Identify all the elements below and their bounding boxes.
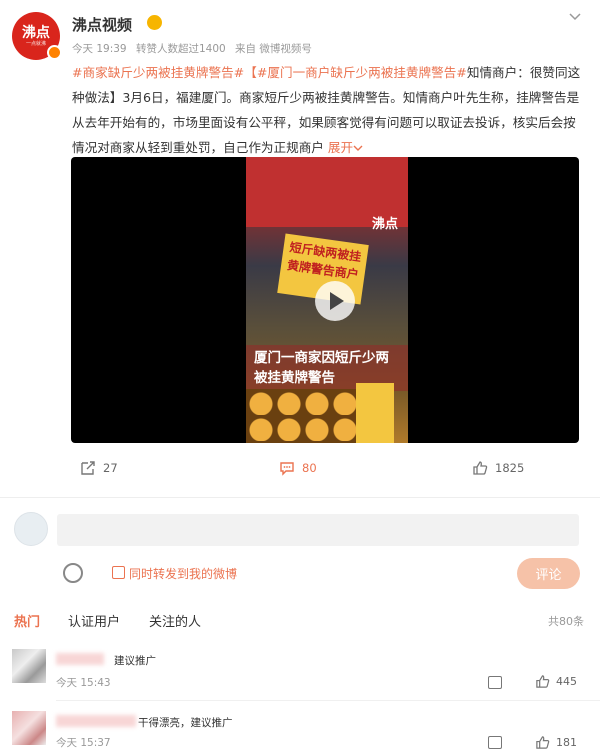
repost-label: 同时转发到我的微博 [129,567,238,581]
expand-link[interactable]: 展开 [328,140,363,155]
submit-comment-button[interactable]: 评论 [517,558,580,589]
author-name[interactable]: 沸点视频 [72,14,132,35]
avatar-logo-text: 沸点 [22,24,50,41]
comment-input[interactable] [57,514,579,546]
weibo-post-page: 沸点 一点就沸 沸点视频 今天 19:39 转赞人数超过1400 来自 微博视频… [0,0,600,750]
post-reposts-meta: 转赞人数超过1400 [135,43,226,55]
reply-icon[interactable] [488,676,502,689]
comment-like-button[interactable]: 445 [535,674,577,689]
chevron-down-icon [353,145,363,151]
thumbs-up-icon [536,675,550,688]
repost-checkbox[interactable] [112,566,125,579]
post-text: #商家缺斤少两被挂黄牌警告#【#厦门一商户缺斤少两被挂黄牌警告#知情商户：很赞同… [72,60,587,160]
comment-text: 建议推广 [114,655,156,667]
like-button[interactable]: 1825 [472,460,524,476]
avatar-logo-subtext: 一点就沸 [25,40,46,47]
commenter-name[interactable] [56,653,104,665]
comment-button[interactable]: 80 [279,460,317,476]
tab-following[interactable]: 关注的人 [149,611,201,630]
tab-verified-users[interactable]: 认证用户 [68,611,120,630]
play-icon[interactable] [315,281,355,321]
share-button[interactable]: 27 [80,460,118,476]
current-user-avatar [14,512,48,546]
post-time[interactable]: 今天 19:39 [72,43,127,55]
comment-time: 今天 15:43 [56,677,111,689]
comment-total: 共80条 [548,615,584,628]
commenter-avatar[interactable] [12,649,46,683]
thumbs-up-icon [536,736,550,749]
tab-hot[interactable]: 热门 [14,611,40,630]
author-avatar[interactable]: 沸点 一点就沸 [12,12,62,60]
post-source[interactable]: 来自 微博视频号 [235,43,312,55]
video-player[interactable]: 沸点 短斤缺两被挂黄牌警告商户 厦门一商家因短斤少两被挂黄牌警告 [71,157,579,443]
share-icon [81,461,95,475]
chevron-down-icon[interactable] [568,10,582,24]
thumbs-up-icon [473,461,488,475]
divider [0,497,600,498]
video-watermark: 沸点 [372,217,399,232]
comment-like-button[interactable]: 181 [535,735,577,750]
comment-text: 干得漂亮，建议推广 [138,717,233,729]
post-action-bar: 27 80 1825 [0,455,600,485]
hashtag-link[interactable]: 【#厦门一商户缺斤少两被挂黄牌警告# [244,65,467,80]
emoji-icon[interactable] [63,563,83,583]
reply-icon[interactable] [488,736,502,749]
commenter-name[interactable] [56,715,136,727]
comment-icon [280,462,294,476]
verified-badge-icon [47,45,62,60]
commenter-avatar[interactable] [12,711,46,745]
vip-crown-icon [147,15,162,30]
divider [56,700,600,701]
comment-time: 今天 15:37 [56,737,111,749]
hashtag-link[interactable]: #商家缺斤少两被挂黄牌警告# [72,65,244,80]
post-meta: 今天 19:39 转赞人数超过1400 来自 微博视频号 [72,41,312,56]
